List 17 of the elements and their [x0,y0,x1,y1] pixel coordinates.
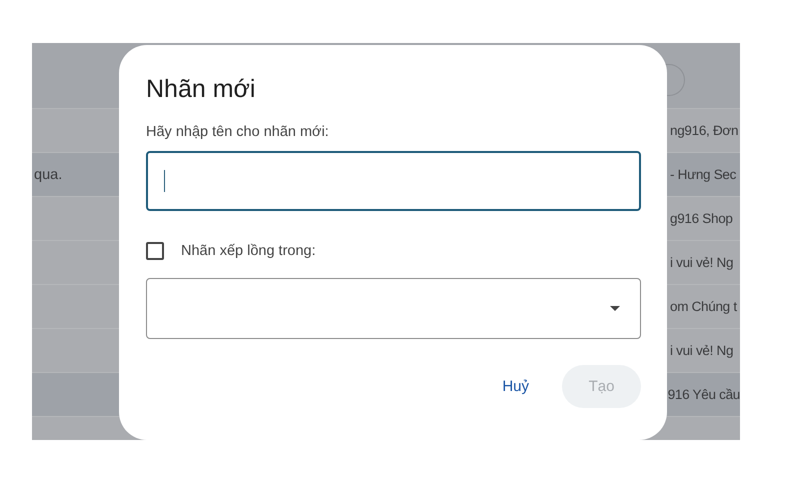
cancel-button[interactable]: Huỷ [487,365,544,408]
email-snippet: qua. [34,166,62,182]
parent-label-dropdown[interactable] [146,278,641,339]
email-snippet: 916 Yêu cầu [668,387,740,402]
text-cursor-icon [164,170,165,192]
email-snippet: g916 Shop [670,211,733,226]
label-name-field[interactable] [146,151,641,211]
dropdown-arrow-icon [610,306,620,311]
email-snippet: om Chúng t [670,299,737,314]
nest-label: Nhãn xếp lồng trong: [181,243,316,259]
nest-checkbox[interactable] [146,242,164,260]
email-snippet: i vui vẻ! Ng [670,255,734,270]
email-snippet: ng916, Đơn [670,123,738,138]
prompt-label: Hãy nhập tên cho nhãn mới: [146,124,330,140]
dialog-title: Nhãn mới [146,75,256,104]
email-snippet: i vui vẻ! Ng [670,343,734,358]
email-snippet: - Hưng Sec [670,167,736,182]
